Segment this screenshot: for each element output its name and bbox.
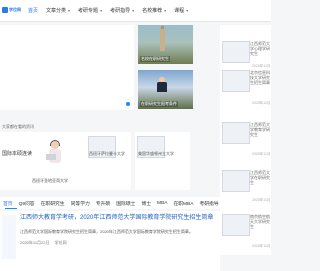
featured-card[interactable]: 国际本硕连读 西班牙圣地亚哥大学 [0, 132, 86, 190]
tower-body [160, 29, 165, 51]
sidebar-item-date: 2020年11月 [252, 101, 271, 105]
site-header: 学位网 首页 文章分类 ▾ 考研专题 ▾ 考研指导 ▾ 名校推荐 ▾ 课程 ▾ [0, 0, 271, 22]
article-thumbnail[interactable] [2, 215, 16, 259]
campus-thumbnail[interactable]: 名校在职研究生 [138, 25, 193, 64]
tab-guide[interactable]: 考研指导 [196, 200, 221, 207]
tab-home[interactable]: 首页 [0, 200, 16, 207]
sidebar-item-title[interactable]: 江西师范大学心理学研究生 [250, 41, 270, 56]
chevron-down-icon: ▾ [68, 8, 71, 13]
sidebar-item-date: 2020年11月 [252, 64, 271, 68]
category-tabs: 首页 Q9问答 在职研究生 同等学力 专升硕 国际硕士 博士 MBA 在职MBA… [0, 197, 220, 209]
article-summary: 江西师范大学国际教育学院研究生招生简章，2020年江西师范大学国际教育学院研究生… [20, 229, 193, 234]
sidebar-thumbnail[interactable] [222, 214, 250, 236]
sidebar-thumbnail[interactable] [222, 70, 250, 92]
hero-banner[interactable] [0, 25, 134, 110]
student-image [40, 136, 70, 170]
featured-title: 国际本硕连读 [2, 151, 33, 157]
tab-upgrade[interactable]: 专升硕 [93, 200, 113, 207]
tab-intl[interactable]: 国际硕士 [113, 200, 138, 207]
nav-label: 首页 [28, 8, 39, 14]
nav-item-guide[interactable]: 考研指导 ▾ [106, 6, 138, 15]
sidebar-item-title[interactable]: 江西师范大学在职研究生 [250, 170, 270, 185]
article-meta: 2020年11月22日 学位网 [20, 240, 67, 246]
school-card[interactable]: 西班牙萨拉曼卡大学 [86, 132, 131, 190]
sidebar-item-date: 2020年11月 [252, 152, 271, 156]
chevron-down-icon: ▾ [132, 8, 135, 13]
sidebar-item-title[interactable]: 江西师范大学教育学研究生 [250, 122, 270, 137]
carousel-dot[interactable] [126, 102, 130, 106]
chevron-down-icon: ▾ [100, 8, 103, 13]
graduate-icon [157, 82, 167, 92]
nav-item-schools[interactable]: 名校推荐 ▾ [138, 6, 170, 15]
sidebar-item-date: 2020年11月 [252, 244, 271, 248]
card-caption: 西班牙圣地亚哥大学 [32, 178, 68, 183]
sidebar-item-title[interactable]: 北京信息科技大学研究生招生简章 [250, 70, 270, 85]
nav-label: 考研指导 [110, 8, 131, 14]
active-tab-indicator [5, 208, 17, 209]
chevron-down-icon: ▾ [164, 8, 167, 13]
site-logo[interactable]: 学位网 [2, 4, 22, 16]
sidebar-thumbnail[interactable] [222, 170, 250, 192]
article-source: 学位网 [54, 240, 67, 245]
school-card[interactable]: 美国华盛顿州立大学 [135, 132, 190, 190]
nav-item-courses[interactable]: 课程 ▾ [170, 6, 192, 15]
nav-label: 文章分类 [46, 8, 67, 14]
nav-label: 考研专题 [78, 8, 99, 14]
thumbnail-caption: 名校在职研究生 [140, 56, 170, 62]
nav-label: 课程 [174, 8, 185, 14]
tab-in-service[interactable]: 在职研究生 [38, 200, 68, 207]
sidebar-thumbnail[interactable] [222, 41, 250, 63]
article-title[interactable]: 江西师大教育学考研，2020年江西师范大学国际教育学院研究生招生简章 [20, 215, 218, 222]
main-nav: 首页 文章分类 ▾ 考研专题 ▾ 考研指导 ▾ 名校推荐 ▾ 课程 ▾ [24, 6, 192, 15]
tab-inservice-mba[interactable]: 在职MBA [170, 200, 196, 207]
sidebar-item-title[interactable]: 南京航空航天大学研究生 [250, 214, 270, 229]
nav-item-topics[interactable]: 考研专题 ▾ [74, 6, 106, 15]
article-card[interactable]: 江西师大教育学考研，2020年江西师范大学国际教育学院研究生招生简章 江西师范大… [0, 211, 220, 271]
sidebar-thumbnail[interactable] [222, 122, 250, 144]
section-title: 大家都在看的资讯 [2, 124, 34, 129]
tab-qa[interactable]: Q9问答 [16, 200, 38, 207]
tab-equivalent[interactable]: 同等学力 [68, 200, 93, 207]
tab-phd[interactable]: 博士 [138, 200, 154, 207]
graduation-thumbnail[interactable]: 在职研究生报考条件 [138, 70, 193, 109]
card-caption: 西班牙萨拉曼卡大学 [89, 151, 125, 156]
nav-item-home[interactable]: 首页 [24, 6, 42, 15]
nav-item-categories[interactable]: 文章分类 ▾ [42, 6, 74, 15]
card-caption: 美国华盛顿州立大学 [138, 151, 174, 156]
article-date: 2020年11月22日 [20, 240, 50, 245]
thumbnail-caption: 在职研究生报考条件 [140, 101, 178, 107]
tab-mba[interactable]: MBA [154, 201, 170, 206]
logo-mark-icon [2, 7, 8, 13]
student-icon [46, 140, 64, 165]
logo-text: 学位网 [9, 7, 21, 12]
nav-label: 名校推荐 [142, 8, 163, 14]
sidebar-item-date: 2020年11月 [252, 198, 271, 202]
chevron-down-icon: ▾ [186, 8, 189, 13]
